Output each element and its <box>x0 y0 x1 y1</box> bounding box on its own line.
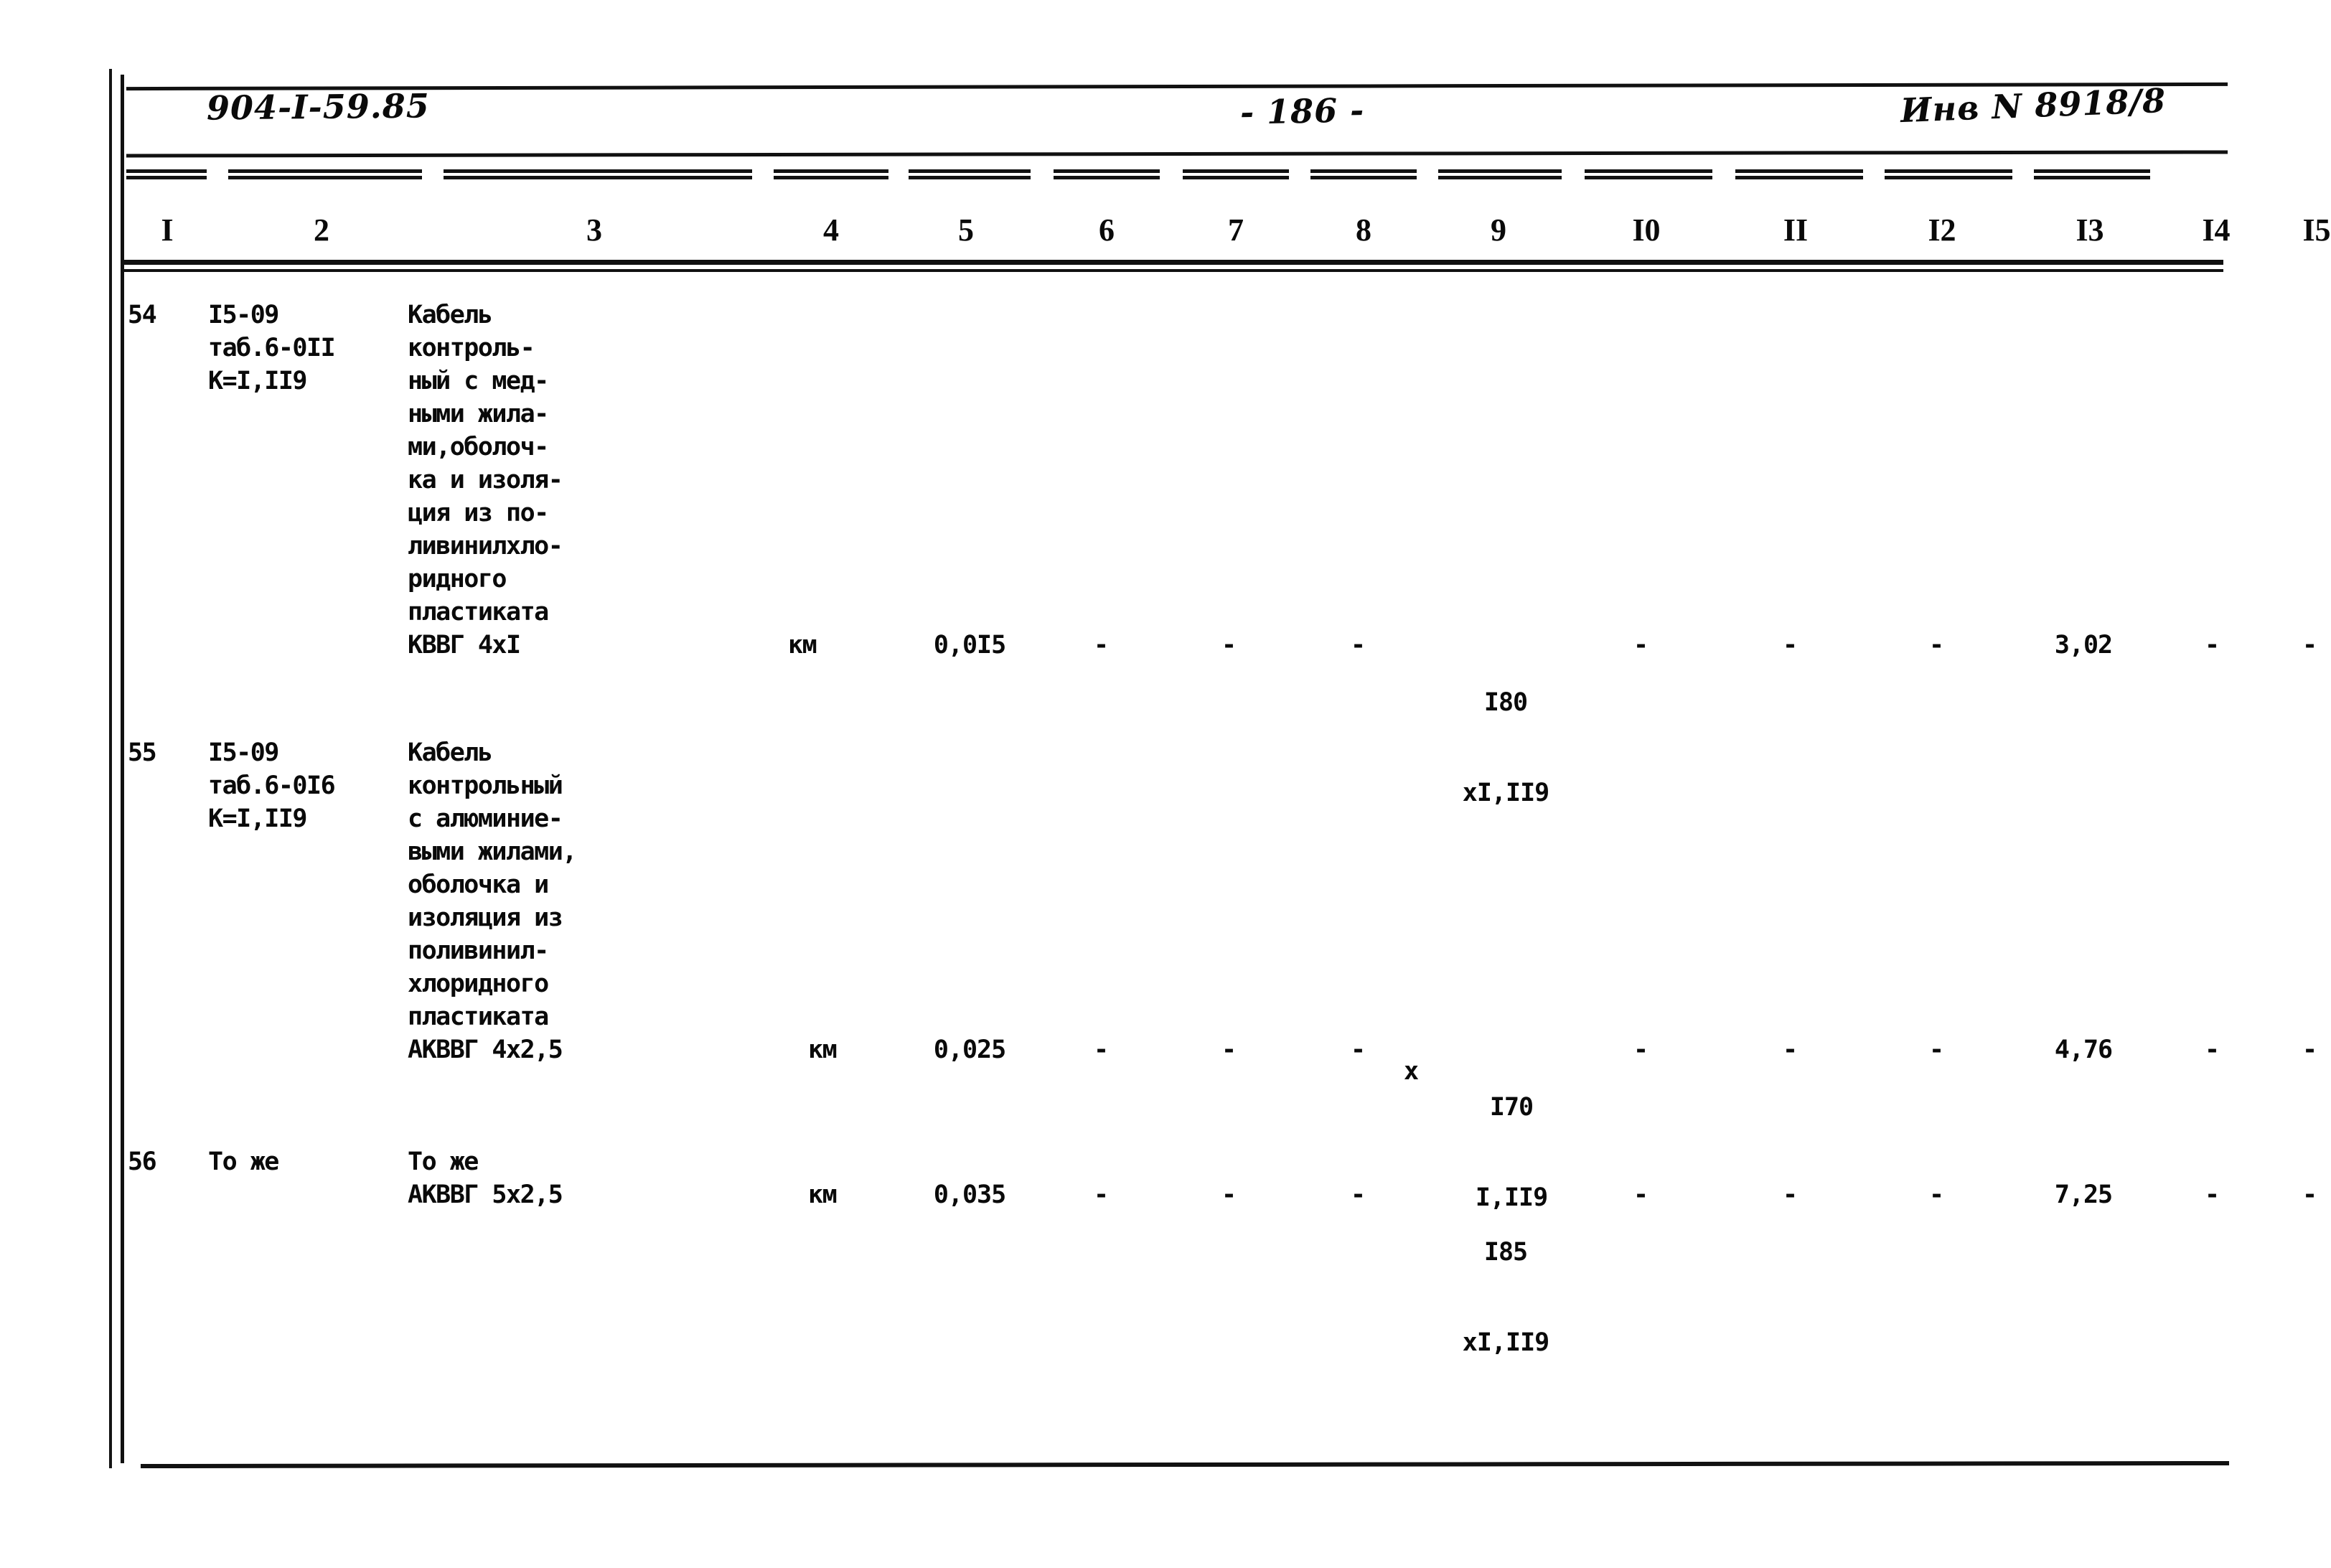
column-number-8: 8 <box>1356 212 1371 248</box>
column-number-14: I4 <box>2202 212 2231 248</box>
row-value-c12: - <box>1928 1036 1944 1064</box>
column-number-9: 9 <box>1491 212 1506 248</box>
column-number-15: I5 <box>2302 212 2331 248</box>
col-rule-10 <box>1585 169 1712 179</box>
document-code: 904-I-59.85 <box>206 86 431 128</box>
data-table: I 2 3 4 5 6 7 8 9 I0 II I2 I3 I4 I5 54 I… <box>121 169 2331 1454</box>
row-value-c9-top: I85 <box>1483 1238 1528 1267</box>
row-value-c15: - <box>2302 1036 2317 1064</box>
header-separator-rule-upper <box>121 260 2223 265</box>
col-rule-3 <box>444 169 752 179</box>
table-row: 55 I5-09 таб.6-0I6 К=I,II9 Кабель контро… <box>121 736 2317 1212</box>
row-value-c10: - <box>1633 1180 1648 1209</box>
row-value-c11: - <box>1782 1180 1798 1209</box>
inventory-number: Инв N 8918/8 <box>1900 80 2167 131</box>
row-unit: км <box>808 1036 838 1064</box>
row-value-c7: - <box>1221 1180 1237 1209</box>
row-value-c9-bottom: xI,II9 <box>1462 1328 1549 1357</box>
row-value-c11: - <box>1782 631 1798 659</box>
row-value-c8: - <box>1350 1180 1366 1209</box>
row-value-c15: - <box>2302 631 2317 659</box>
row-value-c13: 4,76 <box>2054 1036 2113 1064</box>
row-value-c13: 3,02 <box>2054 631 2113 659</box>
row-value-c15: - <box>2302 1180 2317 1209</box>
table-row: 56 То же То же АКВВГ 5x2,5 км 0,035 - - … <box>121 1145 2317 1357</box>
column-number-6: 6 <box>1099 212 1115 248</box>
row-value-c6: - <box>1093 1180 1109 1209</box>
row-value-c7: - <box>1221 631 1237 659</box>
col-rule-6 <box>1054 169 1160 179</box>
row-value-c5: 0,035 <box>933 1180 1006 1209</box>
row-value-c9: I85 xI,II9 <box>1427 1177 1585 1418</box>
row-value-c9-top: I70 <box>1489 1093 1534 1122</box>
page-number: - 186 - <box>1239 90 1365 132</box>
row-value-c8: - <box>1350 631 1366 659</box>
col-rule-2 <box>228 169 422 179</box>
column-number-4: 4 <box>823 212 839 248</box>
row-value-c10: - <box>1633 1036 1648 1064</box>
row-description: То же АКВВГ 5x2,5 <box>408 1147 563 1209</box>
row-value-c12: - <box>1928 631 1944 659</box>
col-rule-5 <box>909 169 1031 179</box>
row-value-c9-top: I80 <box>1483 688 1528 717</box>
column-number-12: I2 <box>1928 212 1956 248</box>
row-value-c10: - <box>1633 631 1648 659</box>
col-rule-12 <box>1885 169 2012 179</box>
column-number-2: 2 <box>314 212 329 248</box>
column-number-13: I3 <box>2076 212 2104 248</box>
table-row: 54 I5-09 таб.6-0II К=I,II9 Кабель контро… <box>121 299 2317 807</box>
row-value-c9-multiplier: x <box>1403 1057 1419 1086</box>
row-number: 56 <box>128 1147 157 1176</box>
column-number-3: 3 <box>586 212 602 248</box>
col-rule-11 <box>1735 169 1863 179</box>
row-description: Кабель контрольный с алюминие- выми жила… <box>408 738 577 1064</box>
page-header: 904-I-59.85 - 186 - Инв N 8918/8 <box>121 81 2223 148</box>
row-unit: км <box>808 1180 838 1209</box>
column-number-1: I <box>161 212 174 248</box>
header-separator-rule-lower <box>121 269 2223 272</box>
row-number: 55 <box>128 738 157 767</box>
row-value-c6: - <box>1093 631 1109 659</box>
row-value-c5: 0,0I5 <box>933 631 1006 659</box>
col-rule-9 <box>1438 169 1562 179</box>
page-outer-left-border <box>109 69 112 1468</box>
row-value-c13: 7,25 <box>2054 1180 2113 1209</box>
column-number-10: I0 <box>1632 212 1661 248</box>
row-value-c11: - <box>1782 1036 1798 1064</box>
column-number-11: II <box>1783 212 1809 248</box>
row-value-c6: - <box>1093 1036 1109 1064</box>
row-description: Кабель контроль- ный с мед- ными жила- м… <box>408 301 563 659</box>
col-rule-1 <box>126 169 207 179</box>
row-value-c12: - <box>1928 1180 1944 1209</box>
scanned-page: 904-I-59.85 - 186 - Инв N 8918/8 I 2 3 4… <box>0 0 2331 1568</box>
col-rule-4 <box>774 169 888 179</box>
col-rule-7 <box>1183 169 1289 179</box>
column-number-row: I 2 3 4 5 6 7 8 9 I0 II I2 I3 I4 I5 <box>121 210 2330 254</box>
column-number-5: 5 <box>958 212 974 248</box>
row-unit: км <box>788 631 817 659</box>
col-rule-13 <box>2034 169 2150 179</box>
column-number-7: 7 <box>1228 212 1244 248</box>
row-value-c5: 0,025 <box>933 1036 1006 1064</box>
row-value-c7: - <box>1221 1036 1237 1064</box>
row-number: 54 <box>128 301 157 329</box>
col-rule-8 <box>1310 169 1417 179</box>
